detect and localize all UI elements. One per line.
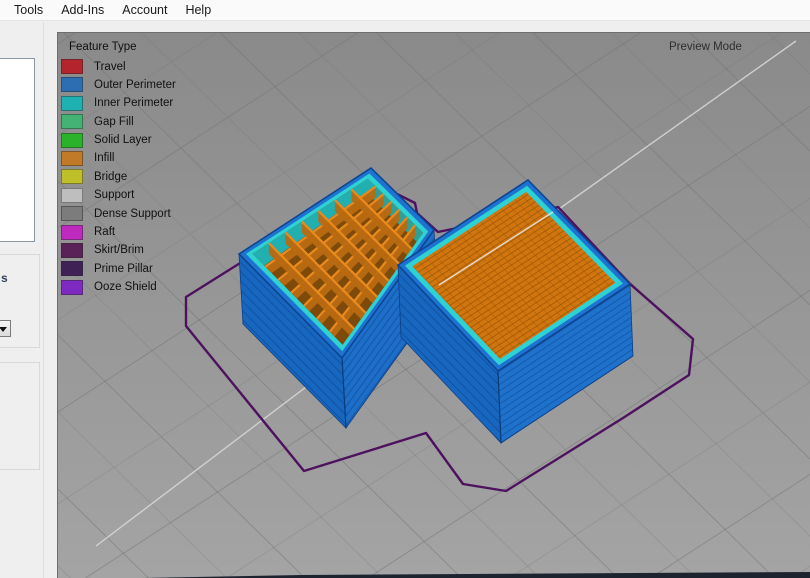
legend-row: Support xyxy=(61,188,176,203)
menu-item-tools[interactable]: Tools xyxy=(5,1,52,19)
legend-title: Feature Type xyxy=(69,41,176,53)
legend-swatch xyxy=(61,77,83,92)
feature-legend: Feature Type Travel Outer Perimeter Inner … xyxy=(61,41,176,298)
legend-row: Prime Pillar xyxy=(61,261,176,276)
legend-row: Ooze Shield xyxy=(61,280,176,295)
legend-swatch xyxy=(61,151,83,166)
sidebar-panel: s xyxy=(0,22,57,578)
menubar: ToolsAdd-InsAccountHelp xyxy=(0,0,810,21)
legend-label: Support xyxy=(94,189,134,201)
legend-swatch xyxy=(61,96,83,111)
viewport-canvas[interactable]: Feature Type Travel Outer Perimeter Inner … xyxy=(57,32,810,578)
legend-label: Travel xyxy=(94,61,126,73)
legend-label: Raft xyxy=(94,226,115,238)
legend-row: Raft xyxy=(61,225,176,240)
legend-row: Solid Layer xyxy=(61,133,176,148)
dropdown-button[interactable] xyxy=(0,320,11,337)
legend-row: Infill xyxy=(61,151,176,166)
model-listbox[interactable] xyxy=(0,58,35,242)
legend-swatch xyxy=(61,133,83,148)
legend-swatch xyxy=(61,261,83,276)
legend-label: Skirt/Brim xyxy=(94,244,144,256)
legend-swatch xyxy=(61,114,83,129)
legend-row: Inner Perimeter xyxy=(61,96,176,111)
partial-label: s xyxy=(1,271,8,285)
chevron-down-icon xyxy=(0,327,7,332)
legend-swatch xyxy=(61,280,83,295)
legend-label: Dense Support xyxy=(94,208,171,220)
legend-swatch xyxy=(61,59,83,74)
panel-separator xyxy=(43,22,44,578)
legend-row: Dense Support xyxy=(61,206,176,221)
legend-row: Skirt/Brim xyxy=(61,243,176,258)
legend-row: Travel xyxy=(61,59,176,74)
legend-label: Ooze Shield xyxy=(94,281,157,293)
legend-label: Inner Perimeter xyxy=(94,97,173,109)
legend-label: Solid Layer xyxy=(94,134,152,146)
legend-swatch xyxy=(61,243,83,258)
legend-label: Infill xyxy=(94,152,114,164)
menu-item-add-ins[interactable]: Add-Ins xyxy=(52,1,113,19)
group-box-2 xyxy=(0,362,40,470)
legend-label: Bridge xyxy=(94,171,127,183)
menu-item-help[interactable]: Help xyxy=(176,1,220,19)
legend-label: Gap Fill xyxy=(94,116,134,128)
menu-item-account[interactable]: Account xyxy=(113,1,176,19)
legend-swatch xyxy=(61,225,83,240)
preview-mode-label: Preview Mode xyxy=(669,41,742,53)
legend-label: Prime Pillar xyxy=(94,263,153,275)
legend-label: Outer Perimeter xyxy=(94,79,176,91)
legend-swatch xyxy=(61,169,83,184)
legend-row: Bridge xyxy=(61,169,176,184)
legend-row: Outer Perimeter xyxy=(61,77,176,92)
legend-row: Gap Fill xyxy=(61,114,176,129)
legend-swatch xyxy=(61,206,83,221)
application-window: ToolsAdd-InsAccountHelp s Feature Type T… xyxy=(0,0,810,578)
legend-swatch xyxy=(61,188,83,203)
